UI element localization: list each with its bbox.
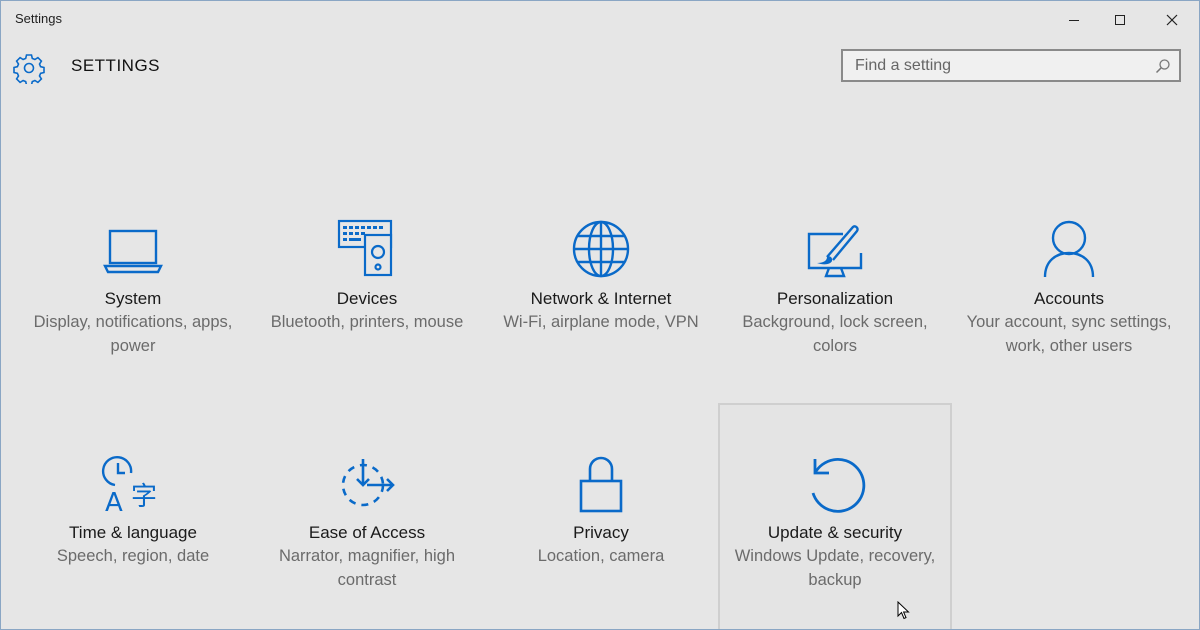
category-name: Network & Internet: [530, 289, 672, 308]
minimize-icon: [1069, 20, 1079, 21]
category-desc: Background, lock screen, colors: [742, 313, 928, 355]
category-name: Privacy: [573, 523, 629, 542]
svg-text:A: A: [105, 488, 123, 517]
category-desc: Narrator, magnifier, high contrast: [278, 547, 456, 589]
category-ease-of-access[interactable]: Ease of Access Narrator, magnifier, high…: [251, 445, 483, 629]
category-desc: Windows Update, recovery, backup: [734, 547, 936, 589]
category-name: Accounts: [1034, 289, 1104, 308]
category-desc: Location, camera: [537, 547, 665, 565]
title-bar[interactable]: Settings: [1, 1, 1199, 39]
search-box[interactable]: [841, 49, 1181, 82]
maximize-icon: [1115, 15, 1125, 25]
category-desc: Display, notifications, apps, power: [33, 313, 233, 355]
globe-icon: [572, 220, 630, 278]
category-name: Personalization: [776, 289, 894, 308]
minimize-button[interactable]: [1051, 1, 1097, 39]
category-personalization[interactable]: Personalization Background, lock screen,…: [719, 211, 951, 391]
category-privacy[interactable]: Privacy Location, camera: [485, 445, 717, 629]
window-title: Settings: [15, 11, 62, 26]
category-name: Ease of Access: [308, 523, 426, 542]
gear-icon: [13, 54, 45, 84]
page-title: SETTINGS: [71, 56, 161, 75]
svg-text:字: 字: [131, 482, 157, 512]
category-name: Time & language: [69, 523, 197, 542]
search-icon[interactable]: [1155, 58, 1171, 74]
category-desc: Speech, region, date: [56, 547, 210, 565]
devices-icon: [337, 219, 393, 277]
category-time-language[interactable]: A 字 Time & language Speech, region, date: [17, 445, 249, 629]
category-devices[interactable]: Devices Bluetooth, printers, mouse: [251, 211, 483, 391]
category-name: System: [104, 289, 162, 308]
mouse-cursor-icon: [897, 601, 910, 620]
category-desc: Bluetooth, printers, mouse: [270, 313, 464, 331]
clock-language-icon: A 字: [101, 455, 157, 517]
ease-of-access-icon: [341, 459, 395, 507]
category-name: Update & security: [767, 523, 903, 542]
category-update-security[interactable]: Update & security Windows Update, recove…: [718, 403, 952, 629]
settings-window: Settings SETTINGS System: [0, 0, 1200, 630]
category-network[interactable]: Network & Internet Wi-Fi, airplane mode,…: [485, 211, 717, 391]
close-button[interactable]: [1149, 1, 1195, 39]
person-icon: [1043, 220, 1095, 278]
category-desc: Your account, sync settings, work, other…: [966, 313, 1172, 355]
category-name: Devices: [336, 289, 398, 308]
category-desc: Wi-Fi, airplane mode, VPN: [503, 313, 699, 331]
lock-icon: [579, 456, 623, 513]
category-accounts[interactable]: Accounts Your account, sync settings, wo…: [953, 211, 1185, 401]
refresh-icon: [811, 458, 866, 513]
paintbrush-monitor-icon: [807, 225, 863, 278]
maximize-button[interactable]: [1097, 1, 1143, 39]
close-icon: [1166, 14, 1178, 26]
laptop-icon: [103, 229, 163, 274]
category-system[interactable]: System Display, notifications, apps, pow…: [17, 211, 249, 391]
search-input[interactable]: [843, 51, 1167, 80]
